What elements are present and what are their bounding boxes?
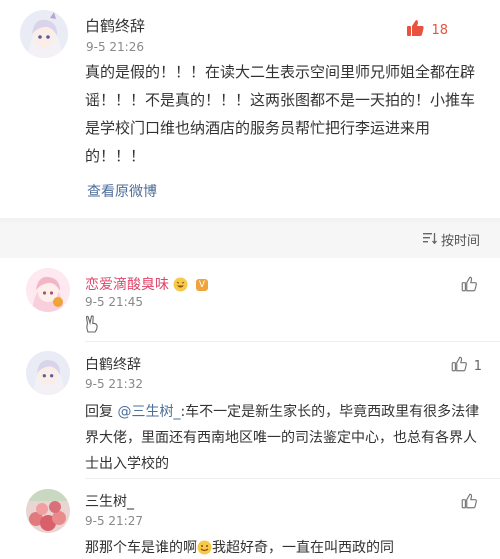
vip-badge: V [195, 279, 209, 291]
sort-bar: 按时间 [0, 222, 500, 258]
comment-body-text: 我超好奇，一直在叫西政的同 [212, 540, 394, 556]
commenter-name[interactable]: 恋爱滴酸臭味 V [85, 274, 209, 296]
sort-by-time-button[interactable]: 按时间 [422, 230, 480, 249]
comment-timestamp: 9-5 21:27 [85, 514, 143, 528]
grinning-emoji-icon [197, 538, 212, 559]
reply-prefix: 回复 [85, 404, 118, 420]
laughing-emoji-icon [173, 277, 188, 296]
comment-item: 白鹤终辞 9-5 21:32 1 回复 @三生树_:车不一定是新生家长的，毕竟西… [0, 342, 500, 478]
post-timestamp: 9-5 21:26 [86, 40, 144, 54]
commenter-name[interactable]: 白鹤终辞 [85, 354, 141, 374]
main-post: 白鹤终辞 9-5 21:26 18 真的是假的！！！在读大二生表示空间里师兄师姐… [0, 0, 500, 218]
sort-label: 按时间 [440, 234, 480, 249]
comment-like-count: 1 [473, 358, 482, 374]
commenter-name-text: 恋爱滴酸臭味 [85, 277, 169, 293]
thumbs-up-outline-icon [450, 355, 468, 377]
comment-timestamp: 9-5 21:32 [85, 377, 143, 391]
sort-icon [422, 231, 438, 249]
post-author-name[interactable]: 白鹤终辞 [85, 15, 145, 36]
comment-item: 三生树_ 9-5 21:27 那那个车是谁的啊 我超好奇，一直在叫西政的同 [0, 479, 500, 559]
post-body: 真的是假的！！！在读大二生表示空间里师兄师姐全都在辟谣！！！不是真的！！！这两张… [85, 63, 476, 165]
thumbs-up-outline-icon [460, 275, 478, 297]
victory-hand-emoji-icon [85, 315, 99, 337]
commenter-avatar[interactable] [26, 489, 70, 533]
reply-mention-link[interactable]: @三生树_ [117, 404, 180, 420]
comment-list: 恋爱滴酸臭味 V 9-5 21:45 白鹤终辞 9-5 21:32 1 回复 @… [0, 258, 500, 559]
comment-like-button[interactable] [460, 275, 478, 297]
comment-body: 回复 @三生树_:车不一定是新生家长的，毕竟西政里有很多法律界大佬，里面还有西南… [85, 399, 485, 477]
comment-like-button[interactable]: 1 [450, 355, 482, 377]
post-like-count: 18 [431, 22, 448, 38]
thumbs-up-icon [405, 18, 425, 42]
comment-like-button[interactable] [460, 492, 478, 514]
comment-timestamp: 9-5 21:45 [85, 295, 143, 309]
commenter-name[interactable]: 三生树_ [85, 491, 134, 511]
commenter-avatar[interactable] [26, 268, 70, 312]
thumbs-up-outline-icon [460, 492, 478, 514]
post-like-button[interactable]: 18 [405, 18, 448, 42]
comment-body-text: 那那个车是谁的啊 [85, 540, 197, 556]
comment-body: 那那个车是谁的啊 我超好奇，一直在叫西政的同 [85, 535, 485, 559]
comment-item: 恋爱滴酸臭味 V 9-5 21:45 [0, 258, 500, 341]
commenter-avatar[interactable] [26, 351, 70, 395]
view-original-link[interactable]: 查看原微博 [87, 181, 157, 201]
comment-body [85, 315, 485, 342]
author-avatar[interactable] [20, 10, 68, 58]
